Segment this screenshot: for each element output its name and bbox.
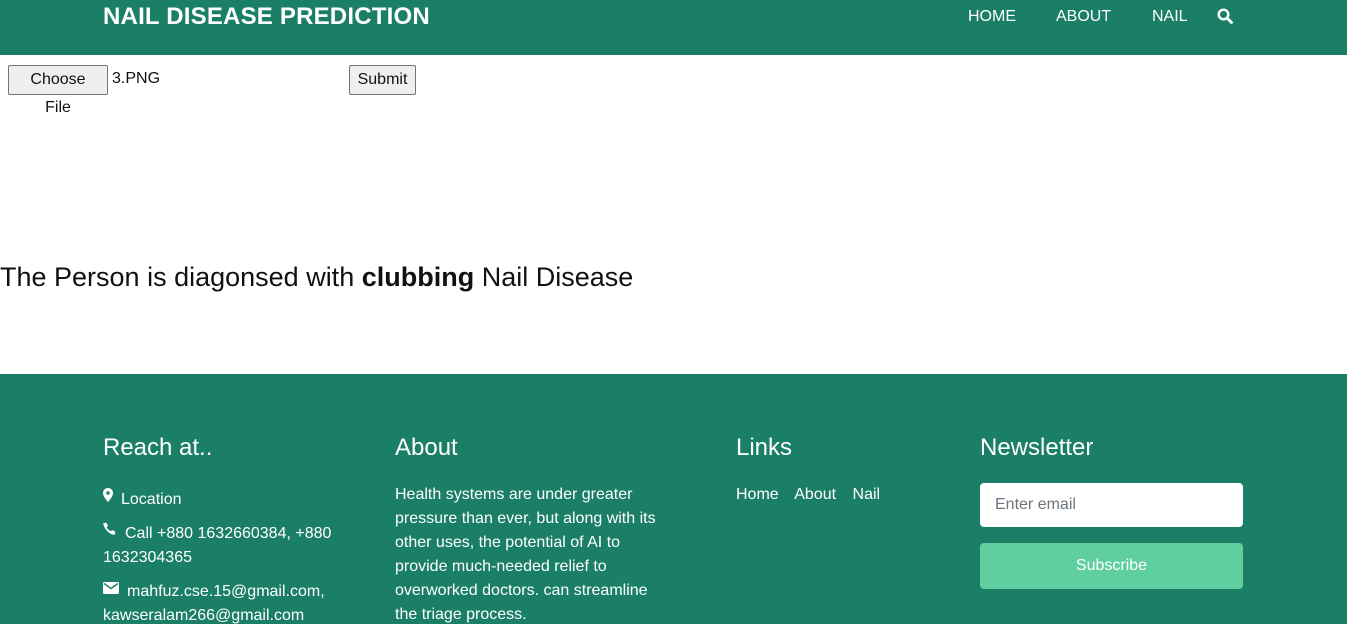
email-text: mahfuz.cse.15@gmail.com, kawseralam266@g… bbox=[103, 583, 325, 624]
footer-link-nail[interactable]: Nail bbox=[853, 486, 881, 503]
footer-link-home[interactable]: Home bbox=[736, 486, 779, 503]
contact-phone: Call +880 1632660384, +880 1632304365 bbox=[103, 522, 353, 570]
about-text: Health systems are under greater pressur… bbox=[395, 486, 656, 623]
contact-email: mahfuz.cse.15@gmail.com, kawseralam266@g… bbox=[103, 580, 353, 628]
location-text: Location bbox=[121, 491, 182, 508]
search-icon[interactable] bbox=[1217, 8, 1235, 26]
newsletter-title: Newsletter bbox=[980, 434, 1094, 461]
footer: Reach at.. About Links Newsletter Locati… bbox=[0, 374, 1347, 624]
upload-form: Choose File 3.PNG Submit bbox=[8, 65, 428, 116]
selected-file-name: 3.PNG bbox=[112, 70, 161, 87]
prediction-result: The Person is diagonsed with clubbing Na… bbox=[0, 262, 633, 293]
nav-about[interactable]: ABOUT bbox=[1056, 8, 1111, 26]
nav-home[interactable]: HOME bbox=[968, 8, 1016, 26]
contact-location: Location bbox=[103, 488, 353, 512]
about-title: About bbox=[395, 434, 458, 461]
submit-button[interactable]: Submit bbox=[349, 65, 416, 95]
footer-link-about[interactable]: About bbox=[794, 486, 836, 503]
map-marker-icon bbox=[103, 486, 113, 510]
result-disease: clubbing bbox=[361, 262, 475, 292]
main-nav: HOME ABOUT NAIL bbox=[0, 8, 1347, 28]
nav-nail[interactable]: NAIL bbox=[1152, 8, 1188, 26]
envelope-icon bbox=[103, 578, 119, 602]
result-prefix: The Person is diagonsed with bbox=[0, 262, 355, 292]
reach-title: Reach at.. bbox=[103, 434, 213, 461]
choose-file-button[interactable]: Choose File bbox=[8, 65, 108, 116]
footer-links: Home About Nail bbox=[736, 483, 892, 507]
phone-text: Call +880 1632660384, +880 1632304365 bbox=[103, 525, 332, 566]
result-suffix: Nail Disease bbox=[481, 262, 634, 292]
links-title: Links bbox=[736, 434, 793, 461]
newsletter-email-input[interactable] bbox=[980, 483, 1243, 527]
phone-icon bbox=[103, 520, 117, 544]
subscribe-button[interactable]: Subscribe bbox=[980, 543, 1243, 589]
header: NAIL DISEASE PREDICTION HOME ABOUT NAIL bbox=[0, 0, 1347, 55]
